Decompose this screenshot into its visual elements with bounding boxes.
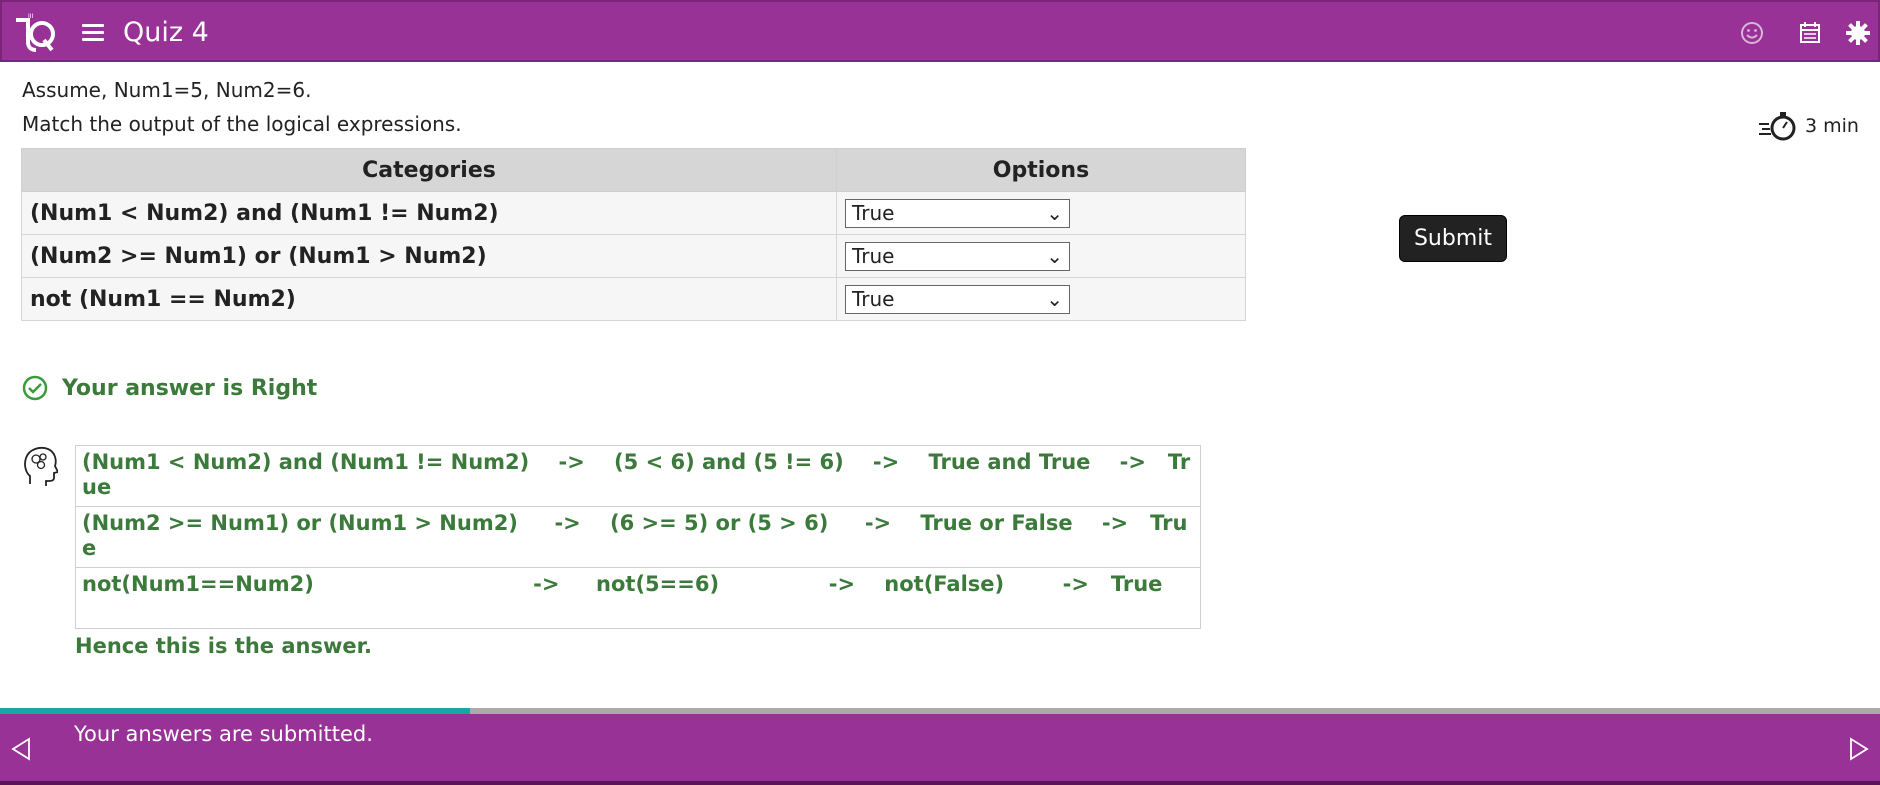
table-row: (Num2 >= Num1) or (Num1 > Num2) True ⌄ [21,234,1246,278]
menu-icon[interactable] [82,24,104,41]
bottom-bar: Your answers are submitted. [0,714,1880,785]
explanation-cell: (Num1 < Num2) and (Num1 != Num2) -> (5 <… [75,445,1201,507]
question-instruction: Match the output of the logical expressi… [22,112,462,136]
question-premise: Assume, Num1=5, Num2=6. [22,78,312,102]
table-row: (Num1 < Num2) and (Num1 != Num2) True ⌄ [21,191,1246,235]
svg-text:III: III [28,13,34,20]
chevron-down-icon: ⌄ [1046,287,1063,311]
timer-label: 3 min [1805,115,1859,137]
status-message: Your answers are submitted. [74,722,373,746]
table-row: not(Num1==Num2) -> not(5==6) -> not(Fals… [75,567,1201,629]
next-icon[interactable] [1848,736,1870,762]
settings-icon[interactable] [1845,20,1871,46]
timer: 3 min [1757,110,1859,142]
chevron-down-icon: ⌄ [1046,244,1063,268]
options-header: Options [836,148,1246,192]
option-select[interactable]: True ⌄ [845,198,1070,228]
previous-icon[interactable] [10,736,32,762]
category-cell: not (Num1 == Num2) [21,277,837,321]
explanation-cell: (Num2 >= Num1) or (Num1 > Num2) -> (6 >=… [75,506,1201,568]
calendar-icon[interactable] [1797,20,1823,46]
option-select[interactable]: True ⌄ [845,284,1070,314]
smiley-icon[interactable] [1739,20,1765,46]
category-cell: (Num1 < Num2) and (Num1 != Num2) [21,191,837,235]
stopwatch-icon [1759,112,1796,141]
match-table: Categories Options (Num1 < Num2) and (Nu… [21,148,1246,321]
submit-button[interactable]: Submit [1399,215,1507,262]
option-select[interactable]: True ⌄ [845,241,1070,271]
table-row: (Num1 < Num2) and (Num1 != Num2) -> (5 <… [75,445,1201,507]
explanation-table: (Num1 < Num2) and (Num1 != Num2) -> (5 <… [75,445,1201,629]
table-row: (Num2 >= Num1) or (Num1 > Num2) -> (6 >=… [75,506,1201,568]
result-message: Your answer is Right [22,375,317,401]
page-title: Quiz 4 [123,17,209,48]
check-circle-icon [22,375,48,401]
table-row: not (Num1 == Num2) True ⌄ [21,277,1246,321]
thinking-head-icon [24,446,58,486]
chevron-down-icon: ⌄ [1046,201,1063,225]
categories-header: Categories [21,148,837,192]
top-bar: III Quiz 4 [0,0,1880,62]
result-text: Your answer is Right [62,375,318,401]
explanation-conclusion: Hence this is the answer. [75,634,372,658]
logo-icon[interactable]: III [12,12,56,56]
explanation-cell: not(Num1==Num2) -> not(5==6) -> not(Fals… [75,567,1201,629]
category-cell: (Num2 >= Num1) or (Num1 > Num2) [21,234,837,278]
